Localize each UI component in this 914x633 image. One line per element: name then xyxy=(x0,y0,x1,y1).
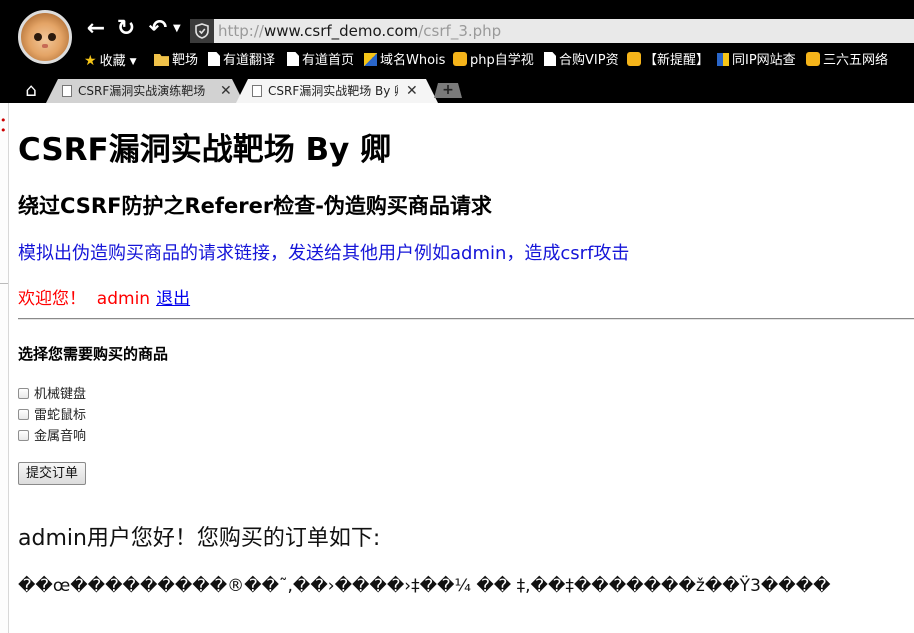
bookmark-item[interactable]: 同IP网站查 xyxy=(717,50,796,72)
product-label: 金属音响 xyxy=(34,429,87,444)
sun-icon xyxy=(627,52,641,66)
product-checkbox[interactable] xyxy=(18,430,29,441)
undo-icon[interactable]: ↶ xyxy=(146,16,170,42)
product-option[interactable]: 机械键盘 xyxy=(18,385,86,405)
bookmark-item[interactable]: 有道翻译 xyxy=(208,50,275,72)
product-option[interactable]: 雷蛇鼠标 xyxy=(18,406,86,426)
page-icon xyxy=(252,85,262,97)
url-path: /csrf_3.php xyxy=(418,22,502,40)
shield-glyph xyxy=(195,23,209,39)
chevron-down-icon: ▼ xyxy=(129,57,137,67)
browser-chrome: ← ↻ ↶ ▼ http://www.csrf_demo.com/csrf_3.… xyxy=(0,0,914,103)
bookmark-label: 域名Whois xyxy=(380,53,446,68)
chevron-down-icon[interactable]: ▼ xyxy=(173,24,181,34)
bookmark-item[interactable]: 合购VIP资 xyxy=(544,50,619,72)
background-window-mark: • xyxy=(0,124,7,137)
submit-order-button[interactable]: 提交订单 xyxy=(18,462,86,485)
product-label: 机械键盘 xyxy=(34,387,87,402)
bookmark-item[interactable]: 有道首页 xyxy=(287,50,354,72)
tab-strip: ⌂ CSRF漏洞实战演练靶场 ✕ CSRF漏洞实战靶场 By 卿 ✕ + xyxy=(0,79,914,103)
page-icon xyxy=(287,52,299,66)
bookmark-label: php自学视 xyxy=(470,53,534,68)
product-option[interactable]: 金属音响 xyxy=(18,427,86,447)
logout-link[interactable]: 退出 xyxy=(156,289,190,309)
whois-icon xyxy=(364,53,377,66)
tab-practice-range[interactable]: CSRF漏洞实战演练靶场 ✕ xyxy=(46,79,244,103)
page-subtitle: 绕过CSRF防护之Referer检查-伪造购买商品请求 xyxy=(18,194,492,218)
url-host: www.csrf_demo.com xyxy=(263,22,419,40)
order-heading: admin用户您好！您购买的订单如下: xyxy=(18,526,381,551)
welcome-line: 欢迎您！ admin 退出 xyxy=(18,287,190,311)
product-checkbox[interactable] xyxy=(18,388,29,399)
tab-title: CSRF漏洞实战演练靶场 xyxy=(78,84,206,98)
close-icon[interactable]: ✕ xyxy=(406,79,418,103)
bookmark-item[interactable]: php自学视 xyxy=(453,50,534,72)
bookmark-favorites[interactable]: ★ 收藏 ▼ xyxy=(84,50,137,72)
avatar-eye xyxy=(34,33,42,41)
background-window-mark xyxy=(0,283,8,284)
welcome-text: 欢迎您！ admin xyxy=(18,289,151,309)
product-label: 雷蛇鼠标 xyxy=(34,408,87,423)
bookmark-label: 收藏 xyxy=(99,54,126,69)
sun-icon xyxy=(453,52,467,66)
bookmark-label: 三六五网络 xyxy=(823,53,889,68)
bookmark-label: 【新提醒】 xyxy=(644,53,710,68)
folder-icon xyxy=(154,54,169,66)
refresh-icon[interactable]: ↻ xyxy=(114,16,138,42)
bookmark-item[interactable]: 三六五网络 xyxy=(806,50,888,72)
address-bar[interactable]: http://www.csrf_demo.com/csrf_3.php xyxy=(214,19,914,43)
url-scheme: http:// xyxy=(218,22,264,40)
order-output: ��œ���������®��˜,��›����›‡��¼ �� ‡,��‡��… xyxy=(18,576,831,596)
bookmark-label: 有道翻译 xyxy=(223,53,276,68)
page-icon xyxy=(544,52,556,66)
tab-title: CSRF漏洞实战靶场 By 卿 xyxy=(268,84,398,98)
home-icon[interactable]: ⌂ xyxy=(18,81,44,101)
tab-csrf-range[interactable]: CSRF漏洞实战靶场 By 卿 ✕ xyxy=(236,79,438,103)
user-avatar[interactable] xyxy=(18,10,72,64)
bookmark-label: 合购VIP资 xyxy=(559,53,619,68)
bookmark-item[interactable]: 【新提醒】 xyxy=(627,50,709,72)
page-icon xyxy=(208,52,220,66)
bookmark-item[interactable]: 靶场 xyxy=(154,50,198,72)
product-select-heading: 选择您需要购买的商品 xyxy=(18,345,169,363)
product-checkbox[interactable] xyxy=(18,409,29,420)
close-icon[interactable]: ✕ xyxy=(220,79,232,103)
page-description: 模拟出伪造购买商品的请求链接，发送给其他用户例如admin，造成csrf攻击 xyxy=(18,243,630,264)
bookmark-label: 靶场 xyxy=(172,53,199,68)
shield-icon[interactable] xyxy=(190,19,214,43)
sun-icon xyxy=(806,52,820,66)
bookmark-label: 同IP网站查 xyxy=(732,53,796,68)
page-title: CSRF漏洞实战靶场 By 卿 xyxy=(18,132,392,168)
star-icon: ★ xyxy=(84,53,97,69)
page-content: CSRF漏洞实战靶场 By 卿 绕过CSRF防护之Referer检查-伪造购买商… xyxy=(18,103,914,633)
back-arrow-icon[interactable]: ← xyxy=(84,16,108,42)
divider xyxy=(18,318,914,320)
bookmarks-bar: ★ 收藏 ▼ 靶场 有道翻译 有道首页 域名Whois php自学视 合购VIP资 … xyxy=(84,50,914,72)
avatar-nose xyxy=(42,44,48,48)
bookmark-label: 有道首页 xyxy=(302,53,355,68)
avatar-eye xyxy=(48,33,56,41)
background-window-edge: • • xyxy=(0,103,9,633)
new-tab-button[interactable]: + xyxy=(434,83,462,98)
ip-icon xyxy=(717,53,729,66)
page-icon xyxy=(62,85,72,97)
bookmark-item[interactable]: 域名Whois xyxy=(364,50,445,72)
